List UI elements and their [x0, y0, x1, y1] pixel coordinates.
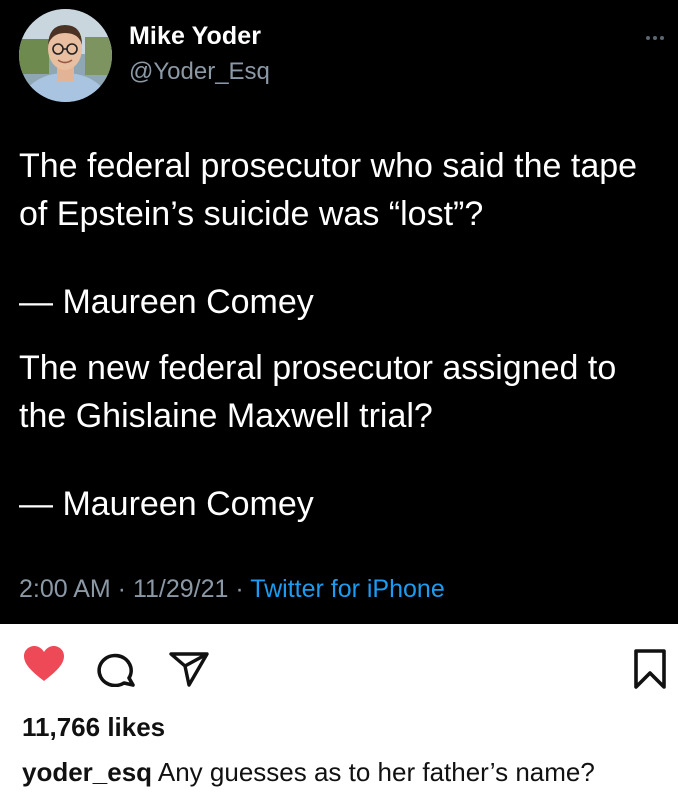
- author-name[interactable]: Mike Yoder: [129, 22, 261, 51]
- meta-separator: ·: [110, 575, 133, 603]
- caption-text: Any guesses as to her father’s name?: [157, 757, 595, 787]
- avatar[interactable]: [19, 9, 112, 102]
- caption-username[interactable]: yoder_esq: [22, 757, 152, 787]
- tweet-date: 11/29/21: [132, 575, 229, 603]
- author-handle[interactable]: @Yoder_Esq: [129, 58, 270, 86]
- tweet-paragraph-1: The federal prosecutor who said the tape…: [19, 147, 638, 233]
- tweet-paragraph-2: — Maureen Comey: [19, 283, 314, 321]
- tweet-screenshot: Mike Yoder @Yoder_Esq The federal prosec…: [0, 0, 678, 624]
- tweet-paragraph-3: The new federal prosecutor assigned to t…: [19, 349, 617, 435]
- more-dots-icon[interactable]: [646, 36, 664, 40]
- like-count[interactable]: 11,766 likes: [22, 712, 165, 743]
- tweet-meta: 2:00 AM · 11/29/21 · Twitter for iPhone: [19, 575, 445, 604]
- tweet-source-link[interactable]: Twitter for iPhone: [250, 575, 445, 603]
- bookmark-icon[interactable]: [633, 648, 667, 695]
- tweet-time: 2:00 AM: [19, 575, 111, 603]
- meta-separator: ·: [228, 575, 251, 603]
- heart-icon[interactable]: [23, 645, 65, 688]
- post-caption: yoder_esq Any guesses as to her father’s…: [22, 757, 595, 788]
- post-action-bar: [0, 624, 678, 706]
- comment-bubble-icon[interactable]: [96, 649, 136, 692]
- tweet-paragraph-4: — Maureen Comey: [19, 485, 314, 523]
- paper-plane-icon[interactable]: [169, 651, 209, 692]
